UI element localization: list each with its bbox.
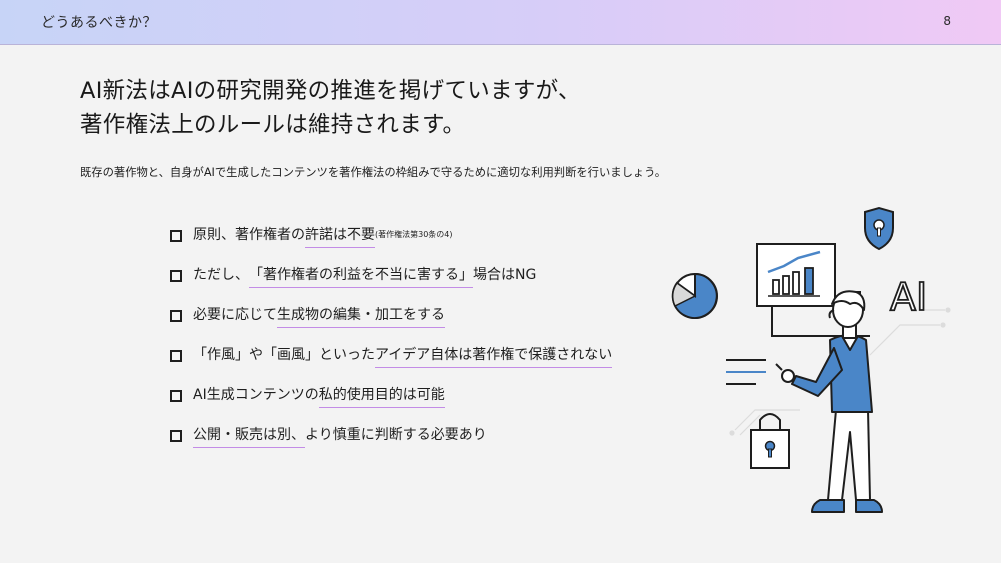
checkbox-icon xyxy=(170,230,182,242)
bullet-highlight: 私的使用目的は可能 xyxy=(318,384,445,408)
bullet-text: 必要に応じて xyxy=(193,307,277,323)
bullet-highlight: アイデア自体は著作権で保護されない xyxy=(375,344,613,368)
bullet-item: AI生成コンテンツの 私的使用目的は可能 xyxy=(168,384,612,424)
headline-line-1: AI新法はAIの研究開発の推進を掲げていますが、 xyxy=(80,78,581,104)
ai-person-illustration: AI xyxy=(671,206,951,513)
bullet-text: 「作風」や「画風」といった xyxy=(193,347,375,363)
subtext: 既存の著作物と、自身がAIで生成したコンテンツを著作権法の枠組みで守るために適切… xyxy=(80,166,667,179)
bullet-item: ただし、 「著作権者の利益を不当に害する」 場合はNG xyxy=(168,264,612,304)
bullet-text: 原則、著作権者の xyxy=(193,227,305,243)
bullet-highlight: 生成物の編集・加工をする xyxy=(277,304,445,328)
bullet-item: 「作風」や「画風」といった アイデア自体は著作権で保護されない xyxy=(168,344,613,384)
checkbox-icon xyxy=(170,430,182,442)
ai-label: AI xyxy=(890,275,927,319)
bullet-item: 公開・販売は別、 より慎重に判断する必要あり xyxy=(168,424,612,464)
bullet-note: (著作権法第30条の4) xyxy=(375,230,453,239)
header-bar: どうあるべきか？ 8 xyxy=(0,0,1001,45)
headline: AI新法はAIの研究開発の推進を掲げていますが、 著作権法上のルールは維持されま… xyxy=(80,74,581,142)
bullet-text-after: より慎重に判断する必要あり xyxy=(305,427,487,443)
section-title: どうあるべきか？ xyxy=(41,15,157,31)
checkbox-icon xyxy=(170,350,182,362)
person-figure xyxy=(775,290,883,513)
pie-chart-icon xyxy=(671,272,718,319)
bullet-text-after: 場合はNG xyxy=(473,267,537,283)
bullet-item: 必要に応じて 生成物の編集・加工をする xyxy=(168,304,612,344)
page-number: 8 xyxy=(943,14,951,28)
padlock-icon xyxy=(750,413,790,469)
bullet-highlight: 許諾は不要 xyxy=(305,224,375,248)
shield-lock-icon xyxy=(864,206,894,251)
bullet-highlight: 「著作権者の利益を不当に害する」 xyxy=(249,264,473,288)
checkbox-icon xyxy=(170,390,182,402)
bullet-highlight: 公開・販売は別、 xyxy=(193,424,305,448)
bullet-text: AI生成コンテンツの xyxy=(193,387,319,403)
monitor-chart-icon xyxy=(756,243,836,307)
bullet-item: 原則、著作権者の 許諾は不要 (著作権法第30条の4) xyxy=(168,224,612,264)
checkbox-icon xyxy=(170,310,182,322)
menu-lines-icon xyxy=(726,359,766,385)
bullet-list: 原則、著作権者の 許諾は不要 (著作権法第30条の4) ただし、 「著作権者の利益を不… xyxy=(168,224,613,464)
checkbox-icon xyxy=(170,270,182,282)
headline-line-2: 著作権法上のルールは維持されます。 xyxy=(80,112,466,138)
bullet-text: ただし、 xyxy=(193,267,249,283)
